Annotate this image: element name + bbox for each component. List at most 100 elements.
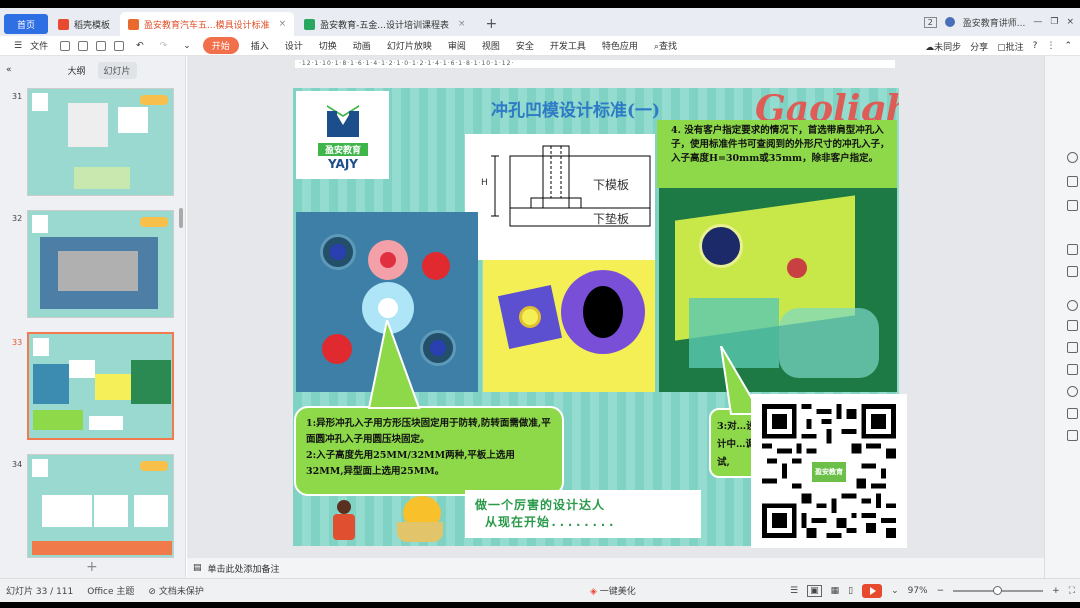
thumb-number: 33 — [12, 338, 23, 347]
beautify-button[interactable]: ◈ 一键美化 — [590, 584, 636, 597]
menu-file[interactable]: 文件 — [30, 39, 56, 52]
tab-docer[interactable]: 稻壳模板 — [50, 12, 118, 36]
thumb-number: 34 — [12, 460, 23, 469]
top-black-strip — [0, 0, 1080, 8]
menu-devtools[interactable]: 开发工具 — [542, 39, 594, 52]
horizontal-ruler: ·12·1·10·1·8·1·6·1·4·1·2·1·0·1·2·1·4·1·6… — [295, 60, 895, 68]
logo-cn: 盈安教育 — [318, 143, 368, 156]
notes-toggle-icon[interactable]: ☰ — [790, 586, 798, 596]
slide-counter: 幻灯片 33 / 111 — [6, 587, 74, 597]
slide-thumb-33[interactable] — [27, 332, 174, 440]
account-name[interactable]: 盈安教育讲师... — [963, 16, 1026, 29]
chart-icon[interactable] — [1067, 200, 1078, 211]
play-slideshow-button[interactable] — [862, 583, 883, 598]
menu-features[interactable]: 特色应用 — [594, 39, 646, 52]
qr-badge: 盈安教育 — [812, 462, 846, 482]
tab-home[interactable]: 首页 — [4, 14, 48, 34]
chevron-down-icon[interactable]: ⌄ — [891, 586, 899, 596]
sync-status[interactable]: ☁未同步 — [925, 40, 961, 53]
comment-button[interactable]: ▢批注 — [997, 40, 1024, 53]
close-icon[interactable]: × — [1066, 17, 1074, 27]
undo-icon[interactable]: ↶ — [128, 41, 152, 51]
sorter-view-icon[interactable]: ▦ — [831, 586, 840, 596]
callout-1: 1:异形冲孔入子用方形压块固定用于防转,防转面需做准,平面圆冲孔入子用圆压块固定… — [294, 406, 564, 496]
tab-label: 盈安教育-五金...设计培训课程表 — [320, 20, 449, 31]
menu-review[interactable]: 审阅 — [440, 39, 474, 52]
panel-header: « 大纲 幻灯片 — [0, 56, 185, 84]
notes-icon: ▤ — [193, 563, 202, 573]
close-icon[interactable]: × — [458, 19, 466, 29]
reading-view-icon[interactable]: ▯ — [848, 586, 853, 596]
normal-view-icon[interactable]: ▣ — [807, 584, 822, 597]
collapse-icon[interactable]: ⌃ — [1064, 41, 1072, 51]
menu-design[interactable]: 设计 — [277, 39, 311, 52]
menu-view[interactable]: 视图 — [474, 39, 508, 52]
diagram-upper-label: 下模板 — [593, 178, 630, 192]
zoom-out-button[interactable]: − — [937, 586, 945, 596]
tab-active-ppt[interactable]: 盈安教育汽车五...模具设计标准 × — [120, 12, 295, 36]
history-icon[interactable] — [1067, 386, 1078, 397]
avatar[interactable] — [944, 17, 955, 27]
new-tab-button[interactable]: + — [476, 12, 508, 36]
panel-scrollbar[interactable] — [179, 208, 183, 228]
qr-code-overlay[interactable]: 盈安教育 — [751, 394, 907, 548]
slide-thumb-31[interactable] — [27, 88, 174, 196]
fit-window-icon[interactable]: ⛶ — [1069, 586, 1075, 596]
image-icon[interactable] — [1067, 364, 1078, 375]
menu-security[interactable]: 安全 — [508, 39, 542, 52]
window-count-badge[interactable]: 2 — [923, 16, 937, 28]
search-label: 查找 — [658, 42, 677, 52]
hamburger-icon[interactable]: ☰ — [6, 41, 30, 51]
minimize-icon[interactable]: — — [1033, 17, 1042, 27]
menu-start[interactable]: 开始 — [202, 37, 239, 54]
maximize-icon[interactable]: ❐ — [1050, 17, 1058, 27]
character-illustration — [329, 500, 359, 544]
beautify-label: 一键美化 — [599, 587, 636, 597]
slogan-line2: 从现在开始........ — [485, 515, 616, 529]
chevron-down-icon[interactable]: ⌄ — [175, 41, 199, 51]
redo-icon[interactable]: ↷ — [152, 41, 176, 51]
protect-status[interactable]: ⊘ 文档未保护 — [148, 584, 203, 597]
tab-outline[interactable]: 大纲 — [68, 64, 86, 77]
right-toolbar — [1044, 56, 1080, 578]
share-button[interactable]: 分享 — [970, 40, 988, 53]
slide-thumb-34[interactable] — [27, 454, 174, 558]
notes-area[interactable]: ▤ 单击此处添加备注 — [187, 558, 1044, 578]
pen-icon[interactable] — [1067, 320, 1078, 331]
menu-transition[interactable]: 切换 — [311, 39, 345, 52]
zoom-in-button[interactable]: + — [1052, 586, 1060, 596]
menu-animation[interactable]: 动画 — [345, 39, 379, 52]
zoom-slider[interactable] — [953, 585, 1044, 595]
zoom-level[interactable]: 97% — [908, 586, 928, 596]
slide-thumb-32[interactable] — [27, 210, 174, 318]
preview-icon[interactable] — [114, 40, 125, 51]
print-icon[interactable] — [96, 40, 107, 51]
shape-icon[interactable] — [1067, 152, 1078, 163]
menu-insert[interactable]: 插入 — [243, 39, 277, 52]
transform-icon[interactable] — [1067, 266, 1078, 277]
tab-sheet[interactable]: 盈安教育-五金...设计培训课程表 × — [296, 12, 473, 36]
status-bar: 幻灯片 33 / 111 Office 主题 ⊘ 文档未保护 ◈ 一键美化 ☰ … — [0, 578, 1080, 602]
collapse-panel-icon[interactable]: « — [6, 65, 12, 75]
export-icon[interactable] — [78, 40, 89, 51]
diagram-drawing — [491, 145, 651, 227]
copy-icon[interactable] — [1067, 244, 1078, 255]
close-icon[interactable]: × — [279, 19, 287, 29]
save-icon[interactable] — [60, 40, 71, 51]
thumb-number: 31 — [12, 92, 23, 101]
tab-label: 稻壳模板 — [74, 20, 111, 31]
search-button[interactable]: ⌕查找 — [646, 39, 685, 52]
tab-slides[interactable]: 幻灯片 — [97, 61, 137, 79]
share-icon[interactable] — [1067, 408, 1078, 419]
help-icon[interactable]: ? — [1033, 41, 1038, 51]
cube-icon[interactable] — [1067, 430, 1078, 441]
add-slide-button[interactable]: + — [86, 559, 98, 575]
tabbar-right: 2 盈安教育讲师... — ❐ × — [923, 8, 1074, 36]
grid-icon[interactable] — [1067, 176, 1078, 187]
layout-icon[interactable] — [1067, 342, 1078, 353]
more-icon[interactable]: ⋮ — [1046, 41, 1055, 51]
zoom-slider-knob[interactable] — [993, 585, 1003, 595]
settings-icon[interactable] — [1067, 300, 1078, 311]
menu-slideshow[interactable]: 幻灯片放映 — [379, 39, 440, 52]
slogan-line1: 做一个厉害的设计达人 — [475, 498, 606, 512]
